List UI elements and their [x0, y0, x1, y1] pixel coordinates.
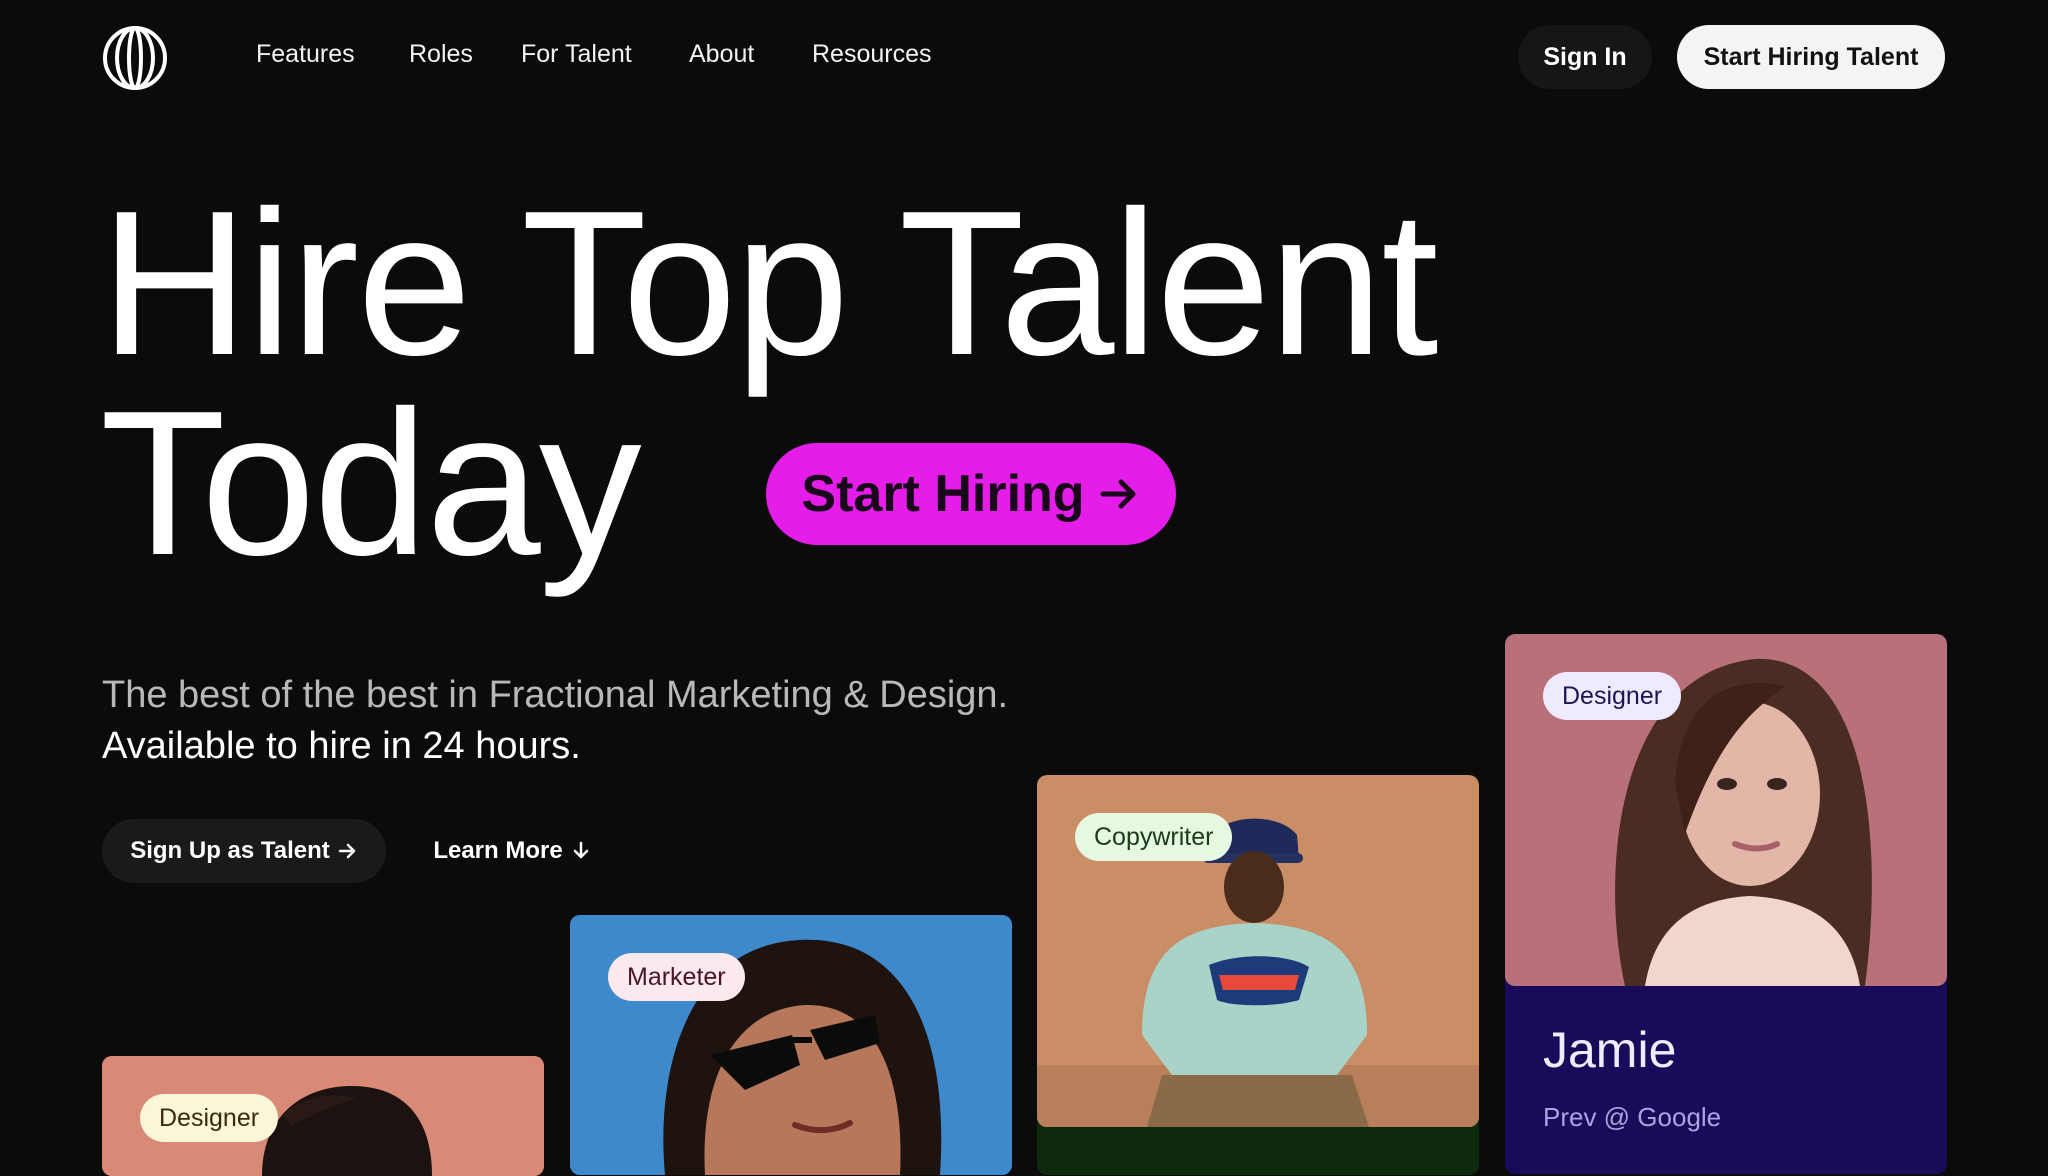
talent-card-marketer[interactable]: Marketer [570, 915, 1012, 1175]
hero-title-line-2: Today [100, 368, 642, 598]
role-tag: Copywriter [1075, 813, 1233, 861]
hero-subtitle-line-2: Available to hire in 24 hours. [102, 725, 581, 767]
start-hiring-talent-button[interactable]: Start Hiring Talent [1677, 25, 1945, 89]
brand-logo[interactable] [102, 25, 168, 91]
learn-more-button[interactable]: Learn More [412, 819, 612, 883]
sign-up-as-talent-button[interactable]: Sign Up as Talent [102, 819, 386, 883]
learn-more-label: Learn More [433, 837, 563, 864]
nav-for-talent[interactable]: For Talent [521, 38, 632, 70]
hero-subtitle-line-1: The best of the best in Fractional Marke… [102, 674, 1009, 716]
nav-features[interactable]: Features [256, 38, 355, 70]
talent-name: Jamie [1543, 1022, 1677, 1078]
arrow-right-icon [1100, 479, 1136, 509]
talent-card-designer-1[interactable]: Designer [102, 1056, 544, 1176]
nav-roles[interactable]: Roles [409, 38, 473, 70]
sign-in-button[interactable]: Sign In [1518, 25, 1652, 89]
talent-card-copywriter[interactable]: Copywriter [1037, 775, 1479, 1175]
talent-previous-employer: Prev @ Google [1543, 1102, 1722, 1132]
arrow-down-icon [573, 841, 588, 859]
talent-card-jamie[interactable]: Designer Jamie Prev @ Google [1505, 634, 1947, 1174]
nav-resources[interactable]: Resources [812, 38, 932, 70]
role-tag: Marketer [608, 953, 745, 1001]
role-tag: Designer [140, 1094, 279, 1142]
start-hiring-cta-label: Start Hiring [801, 465, 1085, 523]
arrow-right-icon [338, 843, 356, 859]
start-hiring-cta-button[interactable]: Start Hiring [766, 443, 1176, 545]
nav-about[interactable]: About [689, 38, 754, 70]
sign-up-as-talent-label: Sign Up as Talent [130, 837, 330, 864]
role-tag: Designer [1543, 672, 1682, 720]
hero-title-line-1: Hire Top Talent [100, 168, 1439, 398]
